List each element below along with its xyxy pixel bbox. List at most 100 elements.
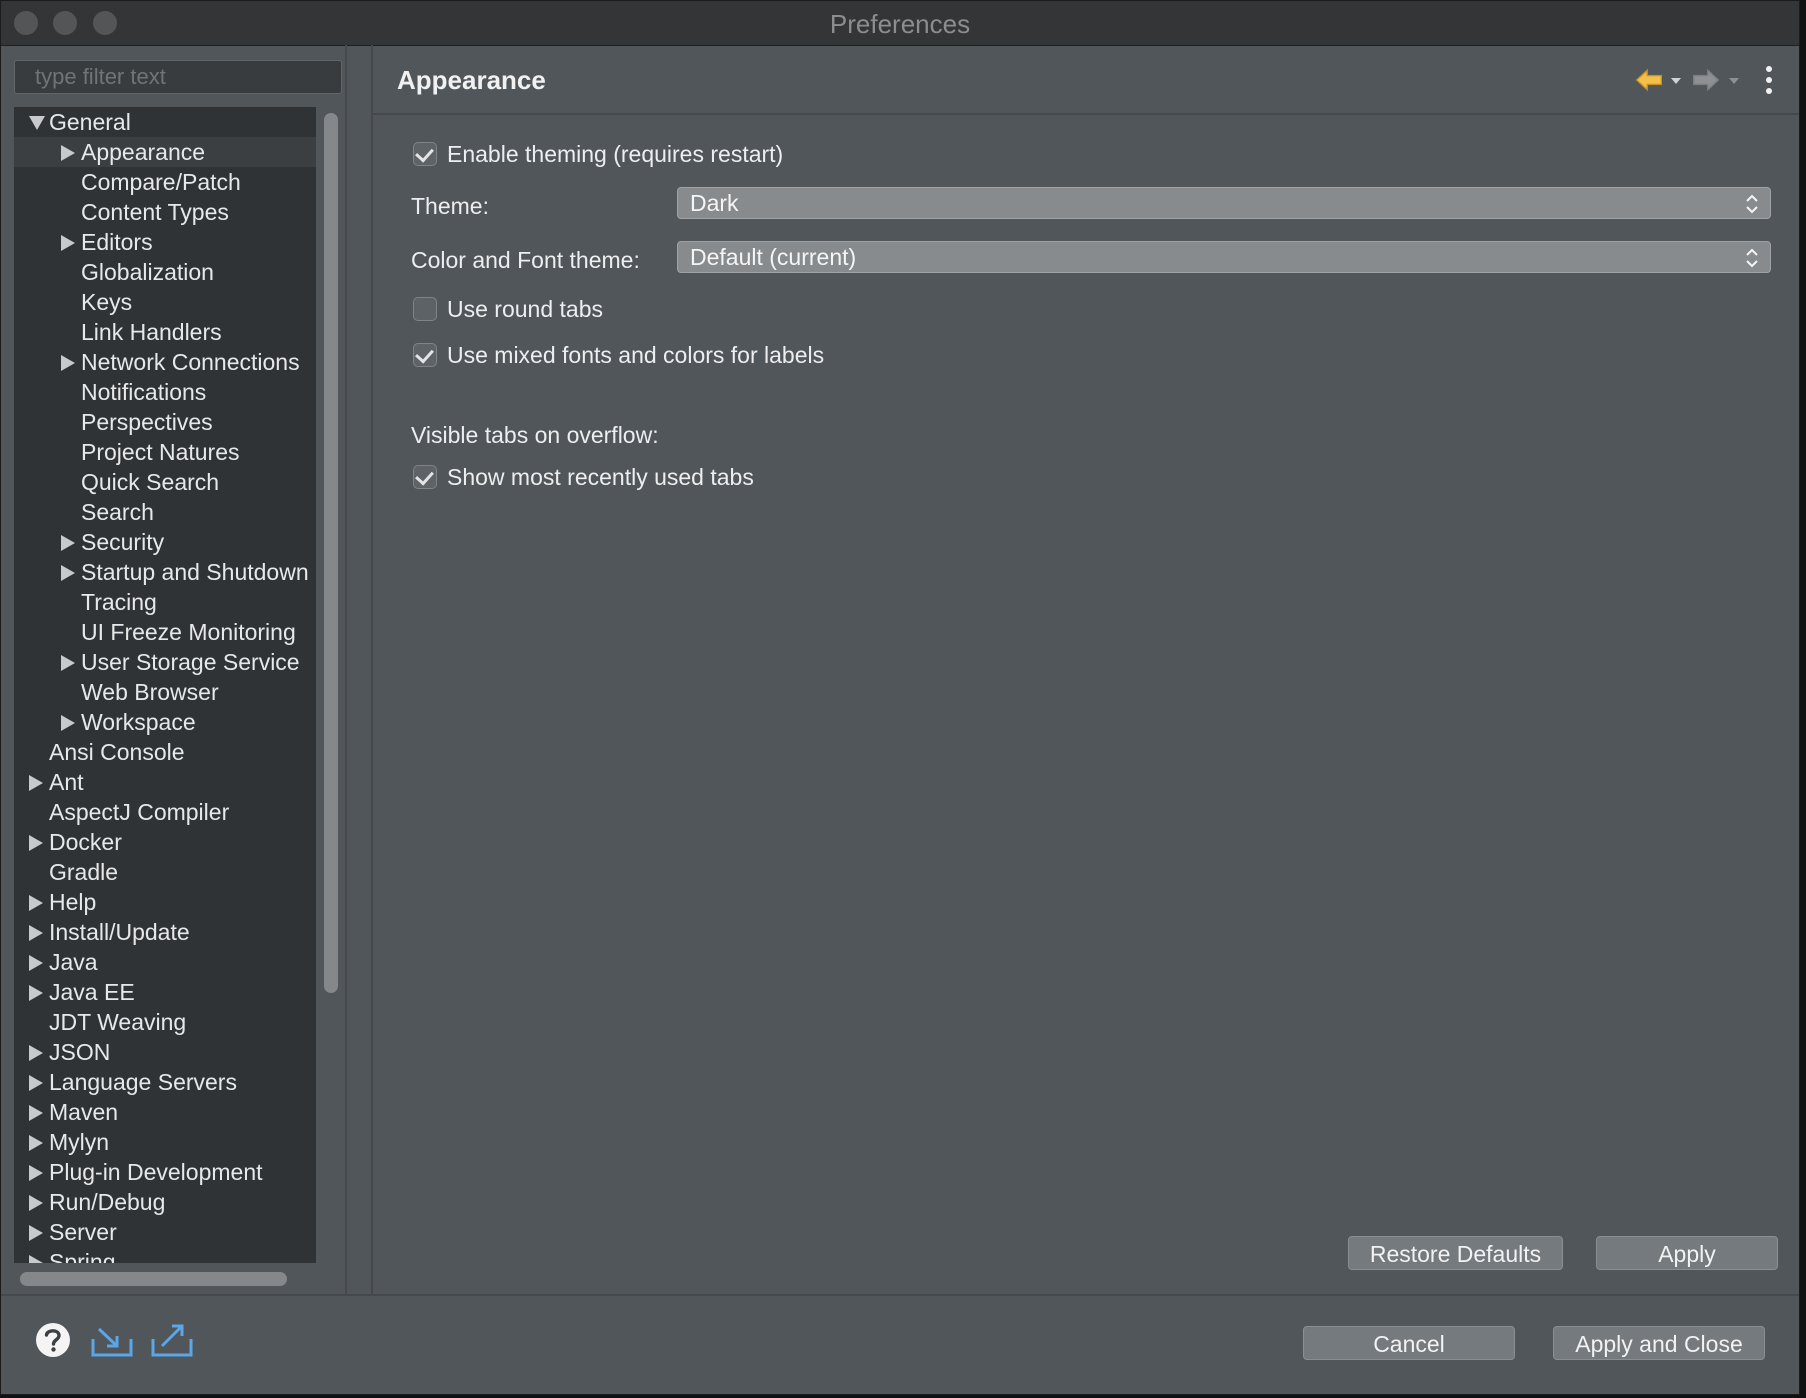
expand-triangle-right-icon[interactable]	[29, 835, 43, 851]
tree-vertical-scrollbar[interactable]	[324, 113, 338, 993]
tree-item-language-servers[interactable]: Language Servers	[14, 1067, 316, 1097]
tree-item-tracing[interactable]: Tracing	[14, 587, 316, 617]
expand-triangle-right-icon[interactable]	[29, 1195, 43, 1211]
tree-horizontal-scrollbar[interactable]	[20, 1272, 287, 1286]
apply-button[interactable]: Apply	[1596, 1236, 1778, 1270]
tree-item-compare-patch[interactable]: Compare/Patch	[14, 167, 316, 197]
tree-item-help[interactable]: Help	[14, 887, 316, 917]
tree-item-workspace[interactable]: Workspace	[14, 707, 316, 737]
mixed-fonts-checkbox[interactable]	[413, 343, 437, 367]
tree-item-label: Network Connections	[81, 349, 300, 375]
tree-item-globalization[interactable]: Globalization	[14, 257, 316, 287]
view-menu-icon[interactable]	[1759, 60, 1779, 102]
enable-theming-label[interactable]: Enable theming (requires restart)	[447, 141, 783, 168]
preferences-tree[interactable]: General Appearance Compare/Patch Content Ty…	[14, 107, 316, 1263]
expand-triangle-right-icon[interactable]	[29, 1075, 43, 1091]
tree-item-ant[interactable]: Ant	[14, 767, 316, 797]
tree-item-run-debug[interactable]: Run/Debug	[14, 1187, 316, 1217]
panel-divider[interactable]	[371, 45, 373, 1295]
tree-item-appearance[interactable]: Appearance	[14, 137, 316, 167]
expand-triangle-right-icon[interactable]	[29, 1165, 43, 1181]
import-icon[interactable]	[90, 1321, 134, 1359]
back-arrow-icon[interactable]	[1634, 65, 1664, 95]
expand-triangle-right-icon[interactable]	[61, 655, 75, 671]
cancel-button[interactable]: Cancel	[1303, 1326, 1515, 1360]
show-recent-tabs-checkbox[interactable]	[413, 465, 437, 489]
window-title: Preferences	[829, 9, 971, 39]
tree-item-java-ee[interactable]: Java EE	[14, 977, 316, 1007]
tree-item-gradle[interactable]: Gradle	[14, 857, 316, 887]
tree-item-jdt-weaving[interactable]: JDT Weaving	[14, 1007, 316, 1037]
tree-item-security[interactable]: Security	[14, 527, 316, 557]
tree-item-aspectj-compiler[interactable]: AspectJ Compiler	[14, 797, 316, 827]
tree-item-label: Globalization	[81, 259, 214, 285]
tree-item-content-types[interactable]: Content Types	[14, 197, 316, 227]
tree-item-ui-freeze-monitoring[interactable]: UI Freeze Monitoring	[14, 617, 316, 647]
tree-item-notifications[interactable]: Notifications	[14, 377, 316, 407]
restore-defaults-button[interactable]: Restore Defaults	[1348, 1236, 1563, 1270]
tree-item-label: Maven	[49, 1099, 119, 1125]
tree-item-label: Appearance	[81, 139, 206, 165]
enable-theming-checkbox[interactable]	[413, 142, 437, 166]
expand-triangle-right-icon[interactable]	[29, 1255, 43, 1263]
round-tabs-label[interactable]: Use round tabs	[447, 296, 603, 323]
expand-triangle-right-icon[interactable]	[29, 955, 43, 971]
expand-triangle-right-icon[interactable]	[61, 355, 75, 371]
color-font-theme-select[interactable]: Default (current)	[677, 241, 1771, 273]
expand-triangle-down-icon[interactable]	[29, 116, 45, 130]
expand-triangle-right-icon[interactable]	[29, 1225, 43, 1241]
expand-triangle-right-icon[interactable]	[29, 1135, 43, 1151]
tree-item-ansi-console[interactable]: Ansi Console	[14, 737, 316, 767]
tree-item-network-connections[interactable]: Network Connections	[14, 347, 316, 377]
expand-triangle-right-icon[interactable]	[61, 715, 75, 731]
tree-item-general[interactable]: General	[14, 107, 316, 137]
expand-triangle-right-icon[interactable]	[29, 1045, 43, 1061]
expand-triangle-right-icon[interactable]	[61, 145, 75, 161]
tree-item-label: Mylyn	[49, 1129, 110, 1155]
theme-select[interactable]: Dark	[677, 187, 1771, 219]
tree-item-user-storage-service[interactable]: User Storage Service	[14, 647, 316, 677]
tree-item-project-natures[interactable]: Project Natures	[14, 437, 316, 467]
checkmark-icon	[415, 143, 434, 163]
expand-triangle-right-icon[interactable]	[61, 535, 75, 551]
forward-history-chevron-icon[interactable]	[1727, 65, 1741, 95]
tree-item-label: Quick Search	[81, 469, 220, 495]
filter-input[interactable]	[14, 60, 342, 94]
round-tabs-checkbox[interactable]	[413, 297, 437, 321]
expand-triangle-right-icon[interactable]	[29, 1105, 43, 1121]
tree-item-keys[interactable]: Keys	[14, 287, 316, 317]
tree-item-startup-and-shutdown[interactable]: Startup and Shutdown	[14, 557, 316, 587]
export-icon[interactable]	[150, 1321, 194, 1359]
tree-item-server[interactable]: Server	[14, 1217, 316, 1247]
tree-item-java[interactable]: Java	[14, 947, 316, 977]
tree-item-label: Gradle	[49, 859, 119, 885]
mixed-fonts-label[interactable]: Use mixed fonts and colors for labels	[447, 342, 824, 369]
theme-select-value: Dark	[690, 190, 739, 216]
help-icon[interactable]	[34, 1321, 72, 1359]
tree-item-json[interactable]: JSON	[14, 1037, 316, 1067]
tree-item-quick-search[interactable]: Quick Search	[14, 467, 316, 497]
forward-arrow-icon[interactable]	[1691, 65, 1721, 95]
show-recent-tabs-label[interactable]: Show most recently used tabs	[447, 464, 754, 491]
tree-item-plug-in-development[interactable]: Plug-in Development	[14, 1157, 316, 1187]
tree-item-web-browser[interactable]: Web Browser	[14, 677, 316, 707]
expand-triangle-right-icon[interactable]	[29, 895, 43, 911]
expand-triangle-right-icon[interactable]	[29, 925, 43, 941]
select-arrows-icon	[1746, 194, 1758, 214]
tree-item-spring[interactable]: Spring	[14, 1247, 316, 1263]
tree-item-editors[interactable]: Editors	[14, 227, 316, 257]
back-history-chevron-icon[interactable]	[1669, 65, 1683, 95]
tree-item-install-update[interactable]: Install/Update	[14, 917, 316, 947]
tree-item-search[interactable]: Search	[14, 497, 316, 527]
expand-triangle-right-icon[interactable]	[29, 985, 43, 1001]
expand-triangle-right-icon[interactable]	[61, 235, 75, 251]
expand-triangle-right-icon[interactable]	[61, 565, 75, 581]
tree-item-docker[interactable]: Docker	[14, 827, 316, 857]
tree-item-mylyn[interactable]: Mylyn	[14, 1127, 316, 1157]
expand-triangle-right-icon[interactable]	[29, 775, 43, 791]
apply-and-close-button[interactable]: Apply and Close	[1553, 1326, 1765, 1360]
tree-item-link-handlers[interactable]: Link Handlers	[14, 317, 316, 347]
tree-item-maven[interactable]: Maven	[14, 1097, 316, 1127]
color-font-theme-label: Color and Font theme:	[411, 247, 640, 273]
tree-item-perspectives[interactable]: Perspectives	[14, 407, 316, 437]
